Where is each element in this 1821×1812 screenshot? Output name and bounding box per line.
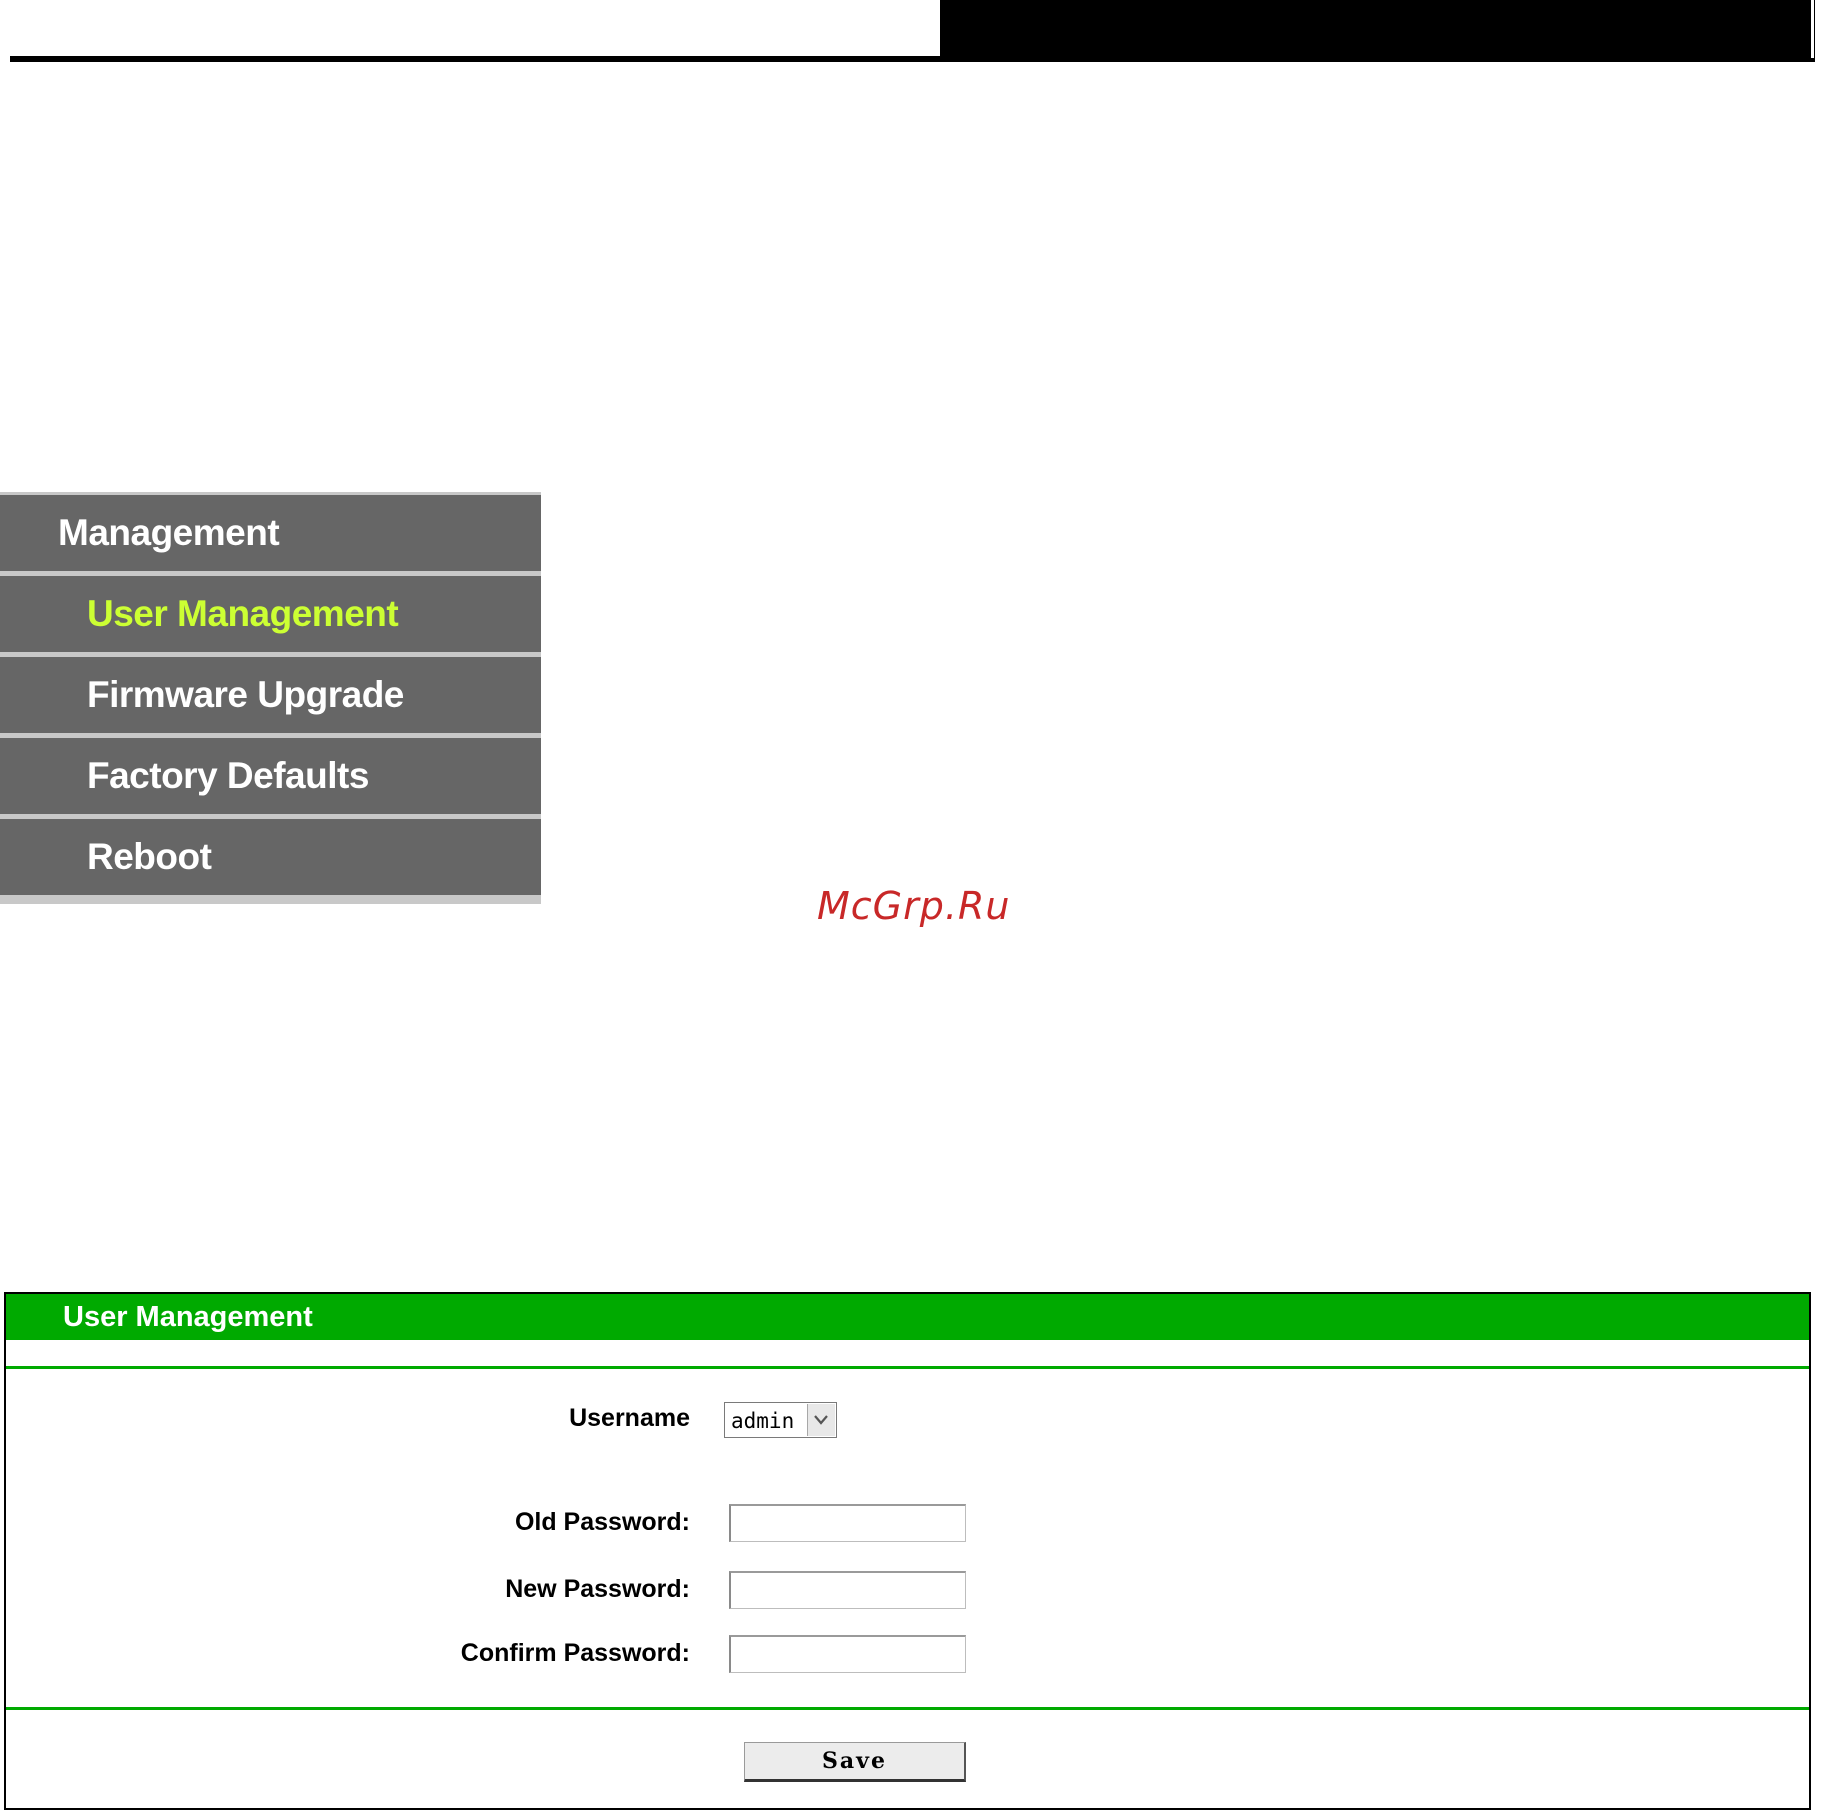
divider bbox=[6, 1366, 1809, 1369]
username-label: Username bbox=[569, 1404, 690, 1432]
menu-item-label: Firmware Upgrade bbox=[87, 674, 404, 715]
save-button[interactable]: Save bbox=[744, 1742, 966, 1782]
confirm-password-field[interactable] bbox=[729, 1635, 966, 1673]
menu-item-label: Reboot bbox=[87, 836, 212, 877]
confirm-password-label: Confirm Password: bbox=[460, 1639, 690, 1667]
menu-header-management: Management bbox=[0, 495, 541, 571]
divider bbox=[6, 1707, 1809, 1710]
menu-item-label: User Management bbox=[87, 593, 399, 634]
menu-item-user-management[interactable]: User Management bbox=[0, 576, 541, 652]
menu-item-reboot[interactable]: Reboot bbox=[0, 819, 541, 895]
user-management-panel: User Management Username admin Old Passw… bbox=[4, 1292, 1811, 1810]
username-select-value: admin bbox=[731, 1409, 795, 1433]
chevron-down-icon[interactable] bbox=[807, 1404, 835, 1436]
menu-item-factory-defaults[interactable]: Factory Defaults bbox=[0, 738, 541, 814]
old-password-label: Old Password: bbox=[514, 1508, 690, 1536]
old-password-field[interactable] bbox=[729, 1504, 966, 1542]
watermark: McGrp.Ru bbox=[817, 884, 1011, 928]
header-bar bbox=[940, 0, 1815, 62]
new-password-field[interactable] bbox=[729, 1571, 966, 1609]
panel-title: User Management bbox=[6, 1294, 1809, 1340]
header-rule bbox=[10, 56, 942, 62]
username-select[interactable]: admin bbox=[724, 1402, 837, 1438]
menu-item-label: Factory Defaults bbox=[87, 755, 369, 796]
menu-item-firmware-upgrade[interactable]: Firmware Upgrade bbox=[0, 657, 541, 733]
new-password-label: New Password: bbox=[505, 1575, 690, 1603]
management-menu: Management User Management Firmware Upgr… bbox=[0, 492, 541, 904]
menu-header-label: Management bbox=[58, 512, 280, 553]
header-tick bbox=[1811, 0, 1814, 58]
